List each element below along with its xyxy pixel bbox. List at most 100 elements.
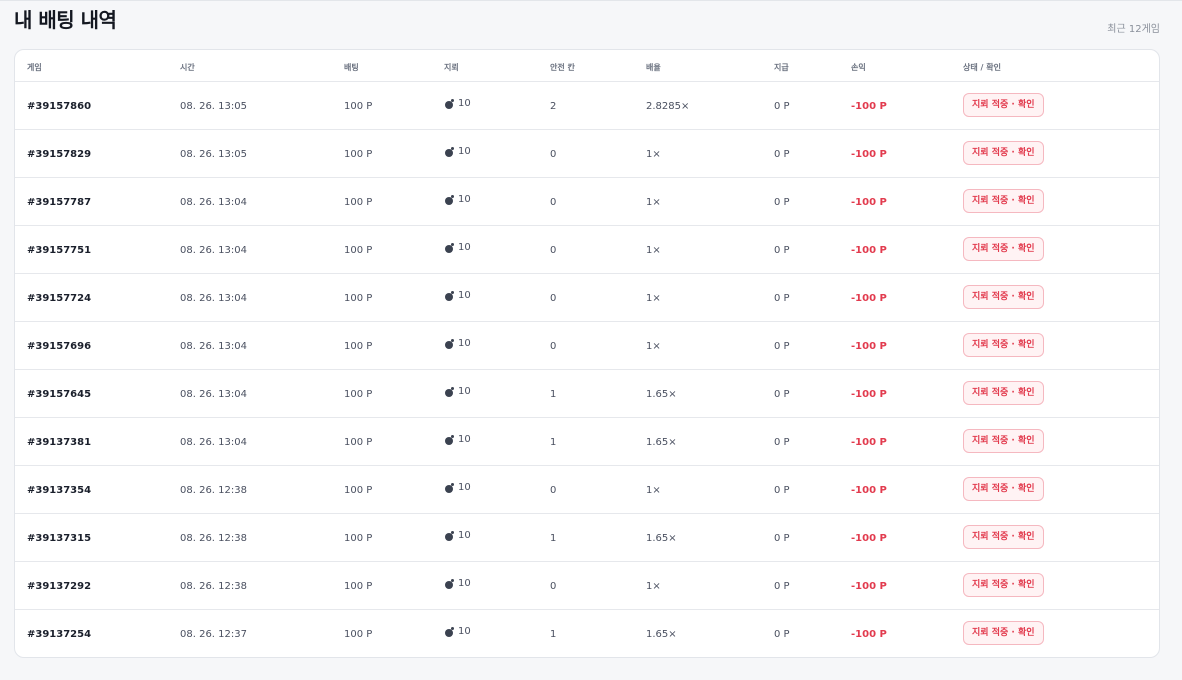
bet-time: 08. 26. 13:04 [180, 245, 247, 256]
status-confirm-button[interactable]: 지뢰 적중 · 확인 [963, 93, 1044, 117]
bomb-icon [445, 386, 455, 397]
profit-loss: -100 P [851, 485, 887, 496]
status-confirm-button[interactable]: 지뢰 적중 · 확인 [963, 189, 1044, 213]
game-id: #39157696 [27, 341, 92, 352]
multiplier: 1× [646, 149, 661, 160]
profit-loss: -100 P [851, 149, 887, 160]
safe-tiles: 1 [550, 389, 557, 400]
safe-tiles: 1 [550, 629, 557, 640]
mine-count: 10 [445, 530, 471, 541]
column-header-status: 상태 / 확인 [963, 63, 1001, 72]
payout: 0 P [774, 437, 790, 448]
table-row: #39137381 08. 26. 13:04 100 P 10 1 1.65× 0 P -1… [15, 418, 1159, 466]
mine-count: 10 [445, 626, 471, 637]
bet-time: 08. 26. 13:04 [180, 437, 247, 448]
multiplier: 1× [646, 293, 661, 304]
table-row: #39137292 08. 26. 12:38 100 P 10 0 1× 0 P -100 … [15, 562, 1159, 610]
profit-loss: -100 P [851, 293, 887, 304]
bet-time: 08. 26. 12:38 [180, 533, 247, 544]
bet-time: 08. 26. 13:04 [180, 293, 247, 304]
bomb-icon [445, 530, 455, 541]
multiplier: 1.65× [646, 389, 677, 400]
mine-count: 10 [445, 242, 471, 253]
bet-time: 08. 26. 12:38 [180, 581, 247, 592]
multiplier: 1× [646, 581, 661, 592]
game-id: #39157860 [27, 101, 92, 112]
bomb-icon [445, 98, 455, 109]
bet-time: 08. 26. 13:05 [180, 149, 247, 160]
status-confirm-button[interactable]: 지뢰 적중 · 확인 [963, 237, 1044, 261]
payout: 0 P [774, 581, 790, 592]
profit-loss: -100 P [851, 101, 887, 112]
multiplier: 1.65× [646, 629, 677, 640]
game-id: #39157645 [27, 389, 92, 400]
multiplier: 1× [646, 197, 661, 208]
safe-tiles: 0 [550, 485, 557, 496]
payout: 0 P [774, 389, 790, 400]
status-confirm-button[interactable]: 지뢰 적중 · 확인 [963, 477, 1044, 501]
column-header-time: 시간 [180, 63, 195, 72]
multiplier: 1× [646, 341, 661, 352]
multiplier: 2.8285× [646, 101, 690, 112]
payout: 0 P [774, 149, 790, 160]
game-id: #39137381 [27, 437, 92, 448]
safe-tiles: 1 [550, 437, 557, 448]
safe-tiles: 0 [550, 149, 557, 160]
game-id: #39157751 [27, 245, 92, 256]
profit-loss: -100 P [851, 245, 887, 256]
column-header-bet: 배팅 [344, 63, 359, 72]
status-confirm-button[interactable]: 지뢰 적중 · 확인 [963, 333, 1044, 357]
mine-count: 10 [445, 434, 471, 445]
status-confirm-button[interactable]: 지뢰 적중 · 확인 [963, 573, 1044, 597]
mine-count-value: 10 [458, 338, 471, 349]
status-confirm-button[interactable]: 지뢰 적중 · 확인 [963, 525, 1044, 549]
table-row: #39157829 08. 26. 13:05 100 P 10 0 1× 0 P -100 … [15, 130, 1159, 178]
bet-amount: 100 P [344, 197, 373, 208]
payout: 0 P [774, 533, 790, 544]
profit-loss: -100 P [851, 533, 887, 544]
bet-amount: 100 P [344, 485, 373, 496]
bet-amount: 100 P [344, 149, 373, 160]
bet-amount: 100 P [344, 293, 373, 304]
status-confirm-button[interactable]: 지뢰 적중 · 확인 [963, 381, 1044, 405]
bomb-icon [445, 482, 455, 493]
bet-amount: 100 P [344, 245, 373, 256]
bet-time: 08. 26. 13:04 [180, 341, 247, 352]
bet-time: 08. 26. 12:38 [180, 485, 247, 496]
bomb-icon [445, 338, 455, 349]
table-row: #39157696 08. 26. 13:04 100 P 10 0 1× 0 P -100 … [15, 322, 1159, 370]
mine-count-value: 10 [458, 626, 471, 637]
mine-count-value: 10 [458, 530, 471, 541]
mine-count-value: 10 [458, 578, 471, 589]
game-id: #39137292 [27, 581, 92, 592]
payout: 0 P [774, 245, 790, 256]
game-id: #39137315 [27, 533, 92, 544]
safe-tiles: 0 [550, 197, 557, 208]
safe-tiles: 2 [550, 101, 557, 112]
profit-loss: -100 P [851, 581, 887, 592]
column-header-safe-tiles: 안전 칸 [550, 63, 575, 72]
table-row: #39157787 08. 26. 13:04 100 P 10 0 1× 0 P -100 … [15, 178, 1159, 226]
mine-count-value: 10 [458, 146, 471, 157]
bet-amount: 100 P [344, 533, 373, 544]
bomb-icon [445, 290, 455, 301]
payout: 0 P [774, 485, 790, 496]
payout: 0 P [774, 293, 790, 304]
status-confirm-button[interactable]: 지뢰 적중 · 확인 [963, 429, 1044, 453]
bet-time: 08. 26. 12:37 [180, 629, 247, 640]
table-row: #39137254 08. 26. 12:37 100 P 10 1 1.65× 0 P -1… [15, 610, 1159, 657]
column-header-multiplier: 배율 [646, 63, 661, 72]
status-confirm-button[interactable]: 지뢰 적중 · 확인 [963, 285, 1044, 309]
bet-amount: 100 P [344, 341, 373, 352]
profit-loss: -100 P [851, 341, 887, 352]
bet-amount: 100 P [344, 101, 373, 112]
mine-count-value: 10 [458, 242, 471, 253]
table-row: #39157751 08. 26. 13:04 100 P 10 0 1× 0 P -100 … [15, 226, 1159, 274]
game-id: #39157829 [27, 149, 92, 160]
safe-tiles: 0 [550, 293, 557, 304]
bet-time: 08. 26. 13:04 [180, 389, 247, 400]
safe-tiles: 0 [550, 245, 557, 256]
status-confirm-button[interactable]: 지뢰 적중 · 확인 [963, 141, 1044, 165]
status-confirm-button[interactable]: 지뢰 적중 · 확인 [963, 621, 1044, 645]
bet-amount: 100 P [344, 437, 373, 448]
